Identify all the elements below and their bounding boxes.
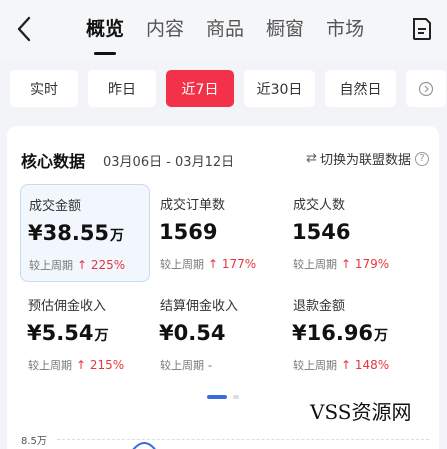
document-button[interactable] [411, 16, 433, 42]
metric-compare: 较上周期 ↑ 225% [29, 258, 126, 272]
metric-value: 1569 [159, 220, 218, 244]
metric-gmv[interactable]: 成交金额 ¥38.55万 较上周期 ↑ 225% [20, 184, 150, 282]
chart-gridline [57, 439, 429, 440]
metric-value: ¥5.54万 [27, 321, 109, 345]
metric-label: 预估佣金收入 [28, 299, 107, 314]
pager-dot[interactable] [233, 395, 239, 399]
filter-yesterday[interactable]: 昨日 [88, 70, 156, 107]
metric-settled-commission[interactable]: 结算佣金收入 ¥0.54 较上周期 - [152, 285, 282, 383]
metric-compare: 较上周期 ↑ 177% [160, 257, 257, 271]
tab-overview[interactable]: 概览 [86, 14, 124, 55]
metric-label: 结算佣金收入 [160, 299, 239, 314]
switch-to-alliance-data[interactable]: ⇄ 切换为联盟数据 ? [306, 149, 429, 168]
metric-refund-amount[interactable]: 退款金额 ¥16.96万 较上周期 ↑ 148% [285, 285, 415, 383]
metric-label: 退款金额 [293, 299, 346, 314]
filter-last-7-days[interactable]: 近7日 [166, 70, 234, 107]
metric-compare: 较上周期 - [160, 359, 212, 372]
metric-label: 成交订单数 [160, 198, 226, 213]
back-button[interactable] [10, 12, 38, 46]
pager-dot-active[interactable] [207, 395, 227, 399]
metric-value: ¥16.96万 [292, 321, 389, 345]
switch-label: 切换为联盟数据 [319, 153, 411, 168]
metric-compare: 较上周期 ↑ 148% [293, 358, 390, 372]
back-arrow-icon [17, 16, 31, 42]
tab-market[interactable]: 市场 [326, 14, 364, 48]
metric-estimated-commission[interactable]: 预估佣金收入 ¥5.54万 较上周期 ↑ 215% [20, 285, 150, 383]
filter-last-30-days[interactable]: 近30日 [244, 70, 315, 107]
tab-showcase[interactable]: 橱窗 [266, 14, 304, 48]
switch-icon: ⇄ [306, 151, 317, 166]
nav-tabs: 概览 内容 商品 橱窗 市场 [86, 14, 386, 55]
chart-line-peak [132, 441, 156, 449]
chevron-right-icon [418, 81, 434, 96]
document-icon [413, 18, 431, 40]
card-title: 核心数据 [21, 152, 86, 171]
tab-content[interactable]: 内容 [146, 14, 184, 48]
metric-value: ¥0.54 [159, 321, 226, 345]
watermark: VSS资源网 [310, 400, 412, 424]
tab-products[interactable]: 商品 [206, 14, 244, 48]
metric-compare: 较上周期 ↑ 179% [293, 257, 390, 271]
filter-realtime[interactable]: 实时 [10, 70, 78, 107]
metric-value: 1546 [292, 220, 351, 244]
help-icon[interactable]: ? [415, 151, 429, 166]
metric-label: 成交金额 [29, 199, 82, 214]
metric-compare: 较上周期 ↑ 215% [28, 358, 125, 372]
top-nav: 概览 内容 商品 橱窗 市场 [0, 0, 447, 60]
date-filter-bar: 实时 昨日 近7日 近30日 自然日 [10, 70, 447, 108]
more-filters-button[interactable] [406, 70, 446, 107]
chart-y-axis-label: 8.5万 [21, 436, 47, 447]
metric-label: 成交人数 [293, 198, 346, 213]
date-range: 03月06日 - 03月12日 [103, 155, 235, 170]
metric-pager[interactable] [207, 395, 245, 399]
filter-natural-day[interactable]: 自然日 [325, 70, 396, 107]
metric-buyers[interactable]: 成交人数 1546 较上周期 ↑ 179% [285, 184, 415, 282]
metric-orders[interactable]: 成交订单数 1569 较上周期 ↑ 177% [152, 184, 282, 282]
metric-value: ¥38.55万 [28, 221, 125, 245]
